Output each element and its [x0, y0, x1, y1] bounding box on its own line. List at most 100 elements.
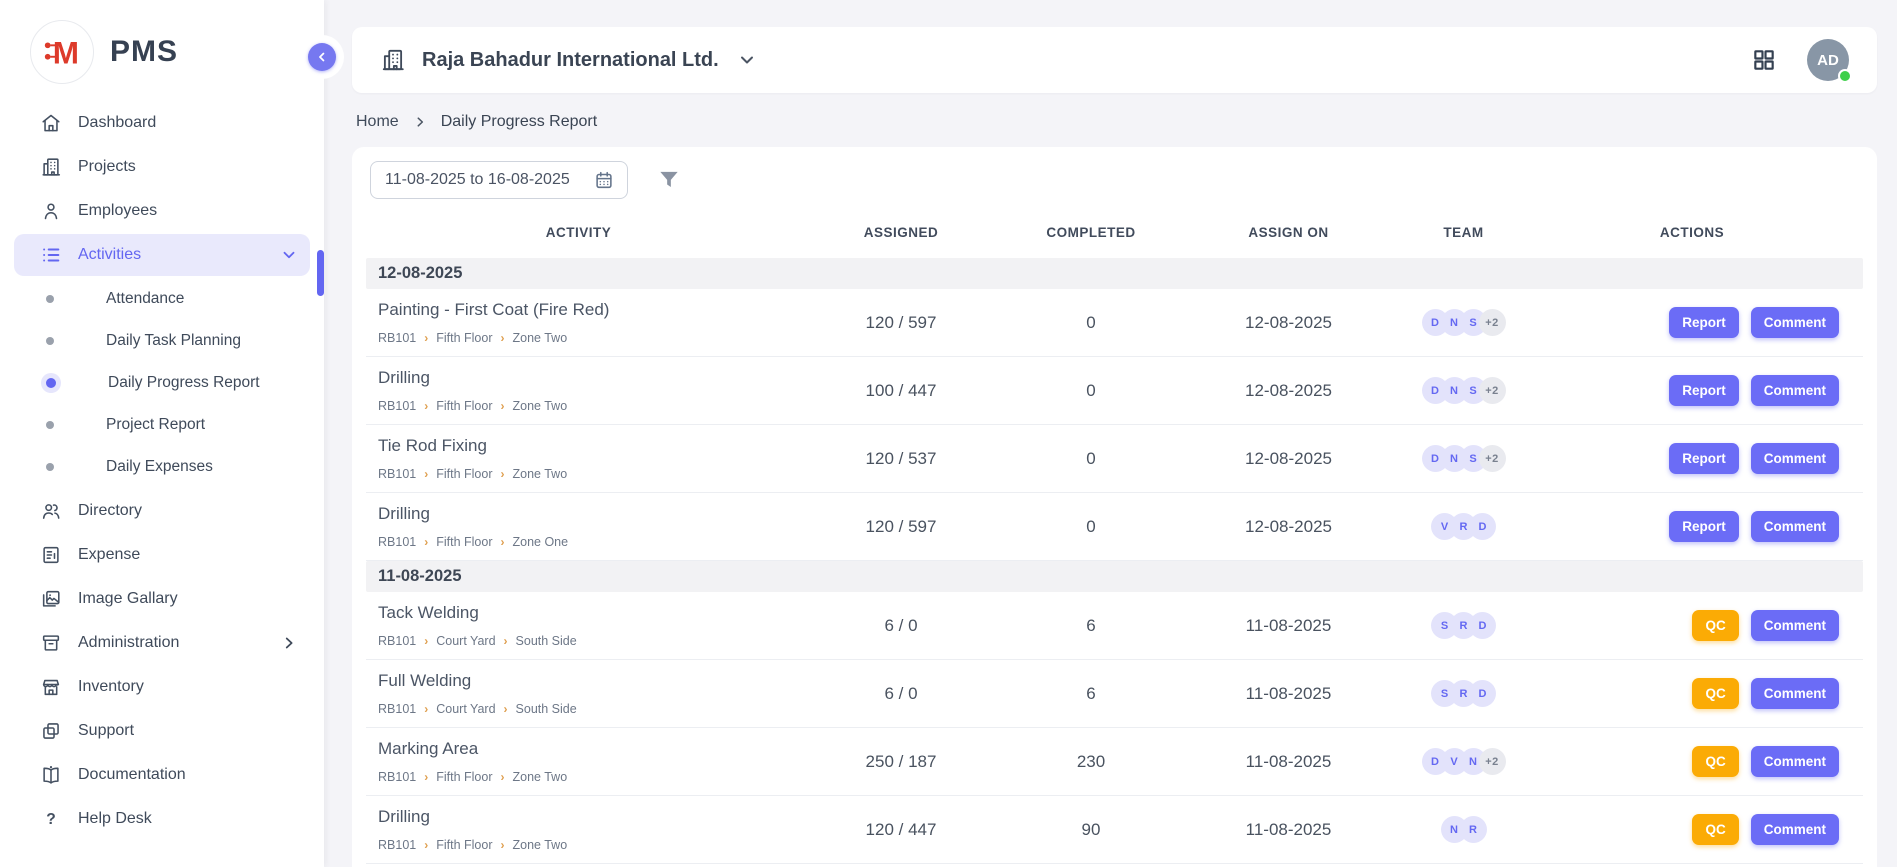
qc-button[interactable]: QC — [1692, 610, 1738, 641]
sidebar-nav: Dashboard ProjectsEmployees Activities Atte… — [0, 96, 324, 840]
breadcrumb-home[interactable]: Home — [356, 113, 399, 131]
column-header-assigned: ASSIGNED — [791, 225, 1011, 240]
activity-cell: Tie Rod FixingRB101›Fifth Floor›Zone Two — [366, 436, 791, 481]
activity-name: Drilling — [378, 807, 791, 827]
calendar-icon — [593, 169, 615, 191]
column-header-completed: COMPLETED — [1011, 225, 1171, 240]
chevron-right-icon: › — [424, 839, 428, 851]
activity-name: Marking Area — [378, 739, 791, 759]
chevron-right-icon — [413, 115, 427, 129]
sidebar-collapse-button[interactable] — [308, 43, 336, 71]
comment-button[interactable]: Comment — [1751, 678, 1839, 709]
sidebar-item-label: Dashboard — [78, 114, 298, 132]
logo: M PMS — [0, 0, 324, 96]
chevron-down-icon — [737, 50, 757, 70]
sidebar-subitem-daily-task-planning[interactable]: Daily Task Planning — [14, 320, 310, 362]
path-segment: Fifth Floor — [436, 331, 492, 345]
activity-location-path: RB101›Fifth Floor›Zone Two — [378, 399, 791, 413]
sidebar-item-projects[interactable]: Projects — [14, 146, 310, 188]
sidebar-subitem-project-report[interactable]: Project Report — [14, 404, 310, 446]
sidebar-item-employees[interactable]: Employees — [14, 190, 310, 232]
comment-button[interactable]: Comment — [1751, 511, 1839, 542]
path-segment: Fifth Floor — [436, 467, 492, 481]
app-root: M PMS Dashboard ProjectsEmployees Activiti… — [0, 0, 1897, 867]
sidebar-item-directory[interactable]: Directory — [14, 490, 310, 532]
path-segment: RB101 — [378, 634, 416, 648]
sidebar-subitem-attendance[interactable]: Attendance — [14, 278, 310, 320]
comment-button[interactable]: Comment — [1751, 443, 1839, 474]
actions-cell: Report Comment — [1521, 307, 1863, 338]
assigned-value: 6 / 0 — [791, 616, 1011, 636]
sidebar-subitem-daily-expenses[interactable]: Daily Expenses — [14, 446, 310, 488]
activity-name: Full Welding — [378, 671, 791, 691]
sidebar-subitem-label: Daily Progress Report — [108, 374, 260, 392]
home-icon — [40, 112, 62, 134]
sidebar-item-help-desk[interactable]: ?Help Desk — [14, 798, 310, 840]
path-segment: RB101 — [378, 467, 416, 481]
sidebar-item-label: Activities — [78, 246, 264, 264]
chevron-right-icon: › — [424, 635, 428, 647]
activity-cell: Painting - First Coat (Fire Red) RB101 › Fi… — [366, 300, 791, 345]
company-selector[interactable]: Raja Bahadur International Ltd. — [380, 47, 757, 73]
comment-button[interactable]: Comment — [1751, 814, 1839, 845]
team-cell: DNS+2 — [1406, 377, 1521, 404]
activity-name: Painting - First Coat (Fire Red) — [378, 300, 791, 320]
table-row: DrillingRB101›Fifth Floor›Zone Two120 / … — [366, 796, 1863, 864]
report-button[interactable]: Report — [1669, 443, 1739, 474]
comment-button[interactable]: Comment — [1751, 746, 1839, 777]
comment-button[interactable]: Comment — [1751, 610, 1839, 641]
assigned-value: 120 / 537 — [791, 449, 1011, 469]
chevron-right-icon: › — [424, 400, 428, 412]
sidebar-item-label: Directory — [78, 502, 298, 520]
assign-on-value: 12-08-2025 — [1171, 517, 1406, 537]
team-cell: SRD — [1406, 612, 1521, 639]
path-segment: RB101 — [378, 770, 416, 784]
avatar[interactable]: AD — [1807, 39, 1849, 81]
team-avatar-group: SRD — [1431, 680, 1496, 707]
report-button[interactable]: Report — [1669, 511, 1739, 542]
sidebar-item-dashboard[interactable]: Dashboard — [14, 102, 310, 144]
sidebar-item-image-gallary[interactable]: Image Gallary — [14, 578, 310, 620]
sidebar-subitem-daily-progress-report[interactable]: Daily Progress Report — [14, 362, 310, 404]
activity-name: Tie Rod Fixing — [378, 436, 791, 456]
date-range-input[interactable]: 11-08-2025 to 16-08-2025 — [370, 161, 628, 199]
completed-value: 90 — [1011, 820, 1171, 840]
path-segment: Fifth Floor — [436, 770, 492, 784]
team-overflow-badge: +2 — [1479, 445, 1506, 472]
breadcrumb-current: Daily Progress Report — [441, 113, 598, 131]
bullet-icon — [46, 463, 54, 471]
apps-grid-icon[interactable] — [1751, 47, 1777, 73]
filter-row: 11-08-2025 to 16-08-2025 — [366, 159, 1863, 209]
path-segment: RB101 — [378, 331, 416, 345]
sidebar-subitem-label: Daily Task Planning — [106, 332, 241, 350]
sidebar-item-support[interactable]: Support — [14, 710, 310, 752]
sidebar-item-administration[interactable]: Administration — [14, 622, 310, 664]
report-button[interactable]: Report — [1669, 307, 1739, 338]
qc-button[interactable]: QC — [1692, 814, 1738, 845]
sidebar-item-inventory[interactable]: Inventory — [14, 666, 310, 708]
chevron-down-icon — [280, 246, 298, 264]
comment-button[interactable]: Comment — [1751, 307, 1839, 338]
assign-on-value: 12-08-2025 — [1171, 313, 1406, 333]
chevron-right-icon: › — [424, 332, 428, 344]
comment-button[interactable]: Comment — [1751, 375, 1839, 406]
sidebar-item-documentation[interactable]: Documentation — [14, 754, 310, 796]
path-segment: Zone One — [513, 535, 569, 549]
qc-button[interactable]: QC — [1692, 678, 1738, 709]
column-header-assign-on: ASSIGN ON — [1171, 225, 1406, 240]
team-member-avatar: D — [1469, 612, 1496, 639]
sidebar-subitem-label: Project Report — [106, 416, 205, 434]
filter-funnel-icon[interactable] — [656, 167, 682, 193]
sidebar-item-activities[interactable]: Activities — [14, 234, 310, 276]
qc-button[interactable]: QC — [1692, 746, 1738, 777]
sidebar-item-expense[interactable]: Expense — [14, 534, 310, 576]
table-row: Full WeldingRB101›Court Yard›South Side6… — [366, 660, 1863, 728]
assigned-value: 100 / 447 — [791, 381, 1011, 401]
table-row: Marking AreaRB101›Fifth Floor›Zone Two25… — [366, 728, 1863, 796]
activity-location-path: RB101›Fifth Floor›Zone One — [378, 535, 791, 549]
report-button[interactable]: Report — [1669, 375, 1739, 406]
actions-cell: Report Comment — [1521, 375, 1863, 406]
image-icon — [40, 588, 62, 610]
completed-value: 0 — [1011, 449, 1171, 469]
completed-value: 0 — [1011, 381, 1171, 401]
